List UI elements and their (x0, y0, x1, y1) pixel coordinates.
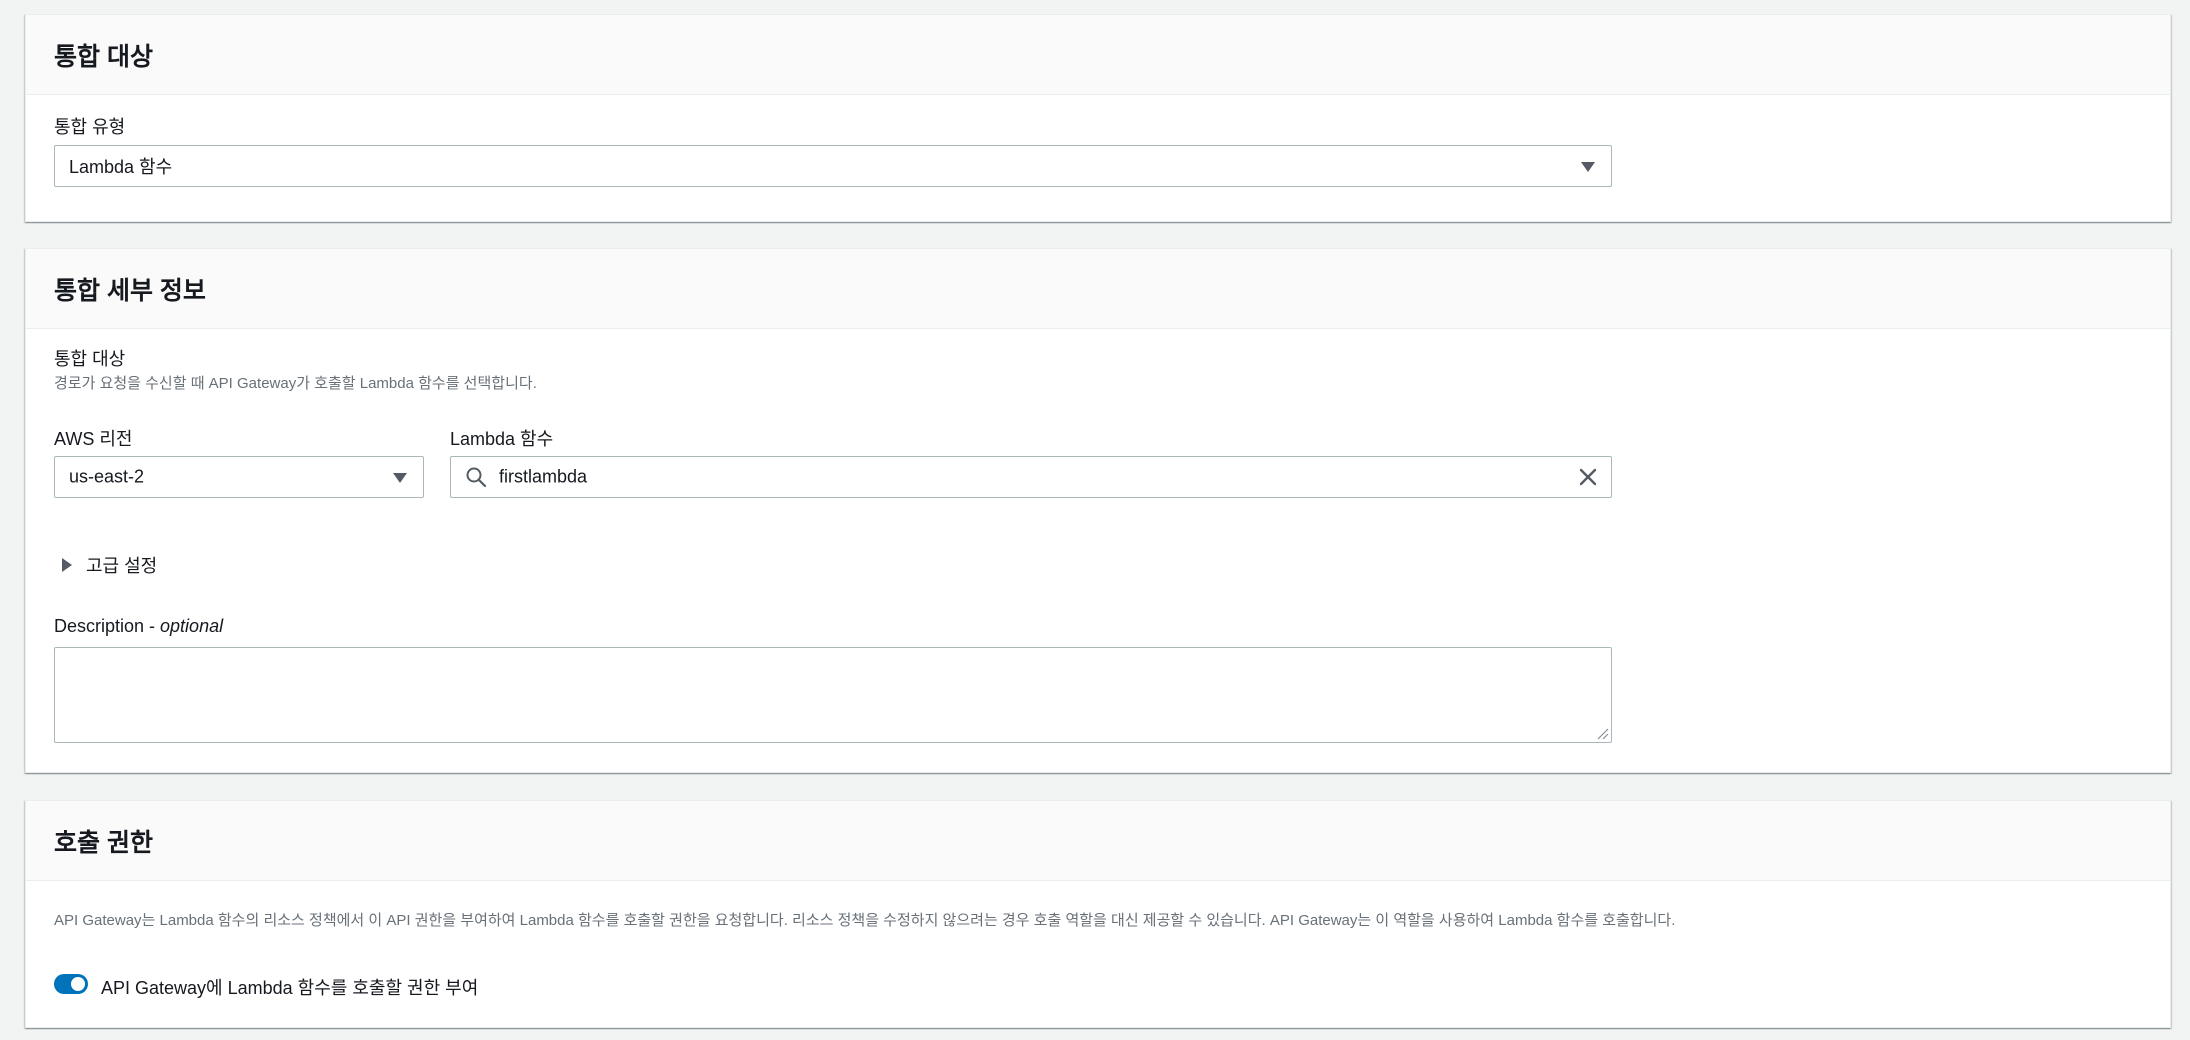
caret-down-icon (393, 473, 407, 483)
description-label: Description - optional (54, 616, 223, 637)
description-label-text: Description - (54, 616, 161, 636)
integration-details-title: 통합 세부 정보 (54, 276, 206, 305)
grant-permission-toggle[interactable] (54, 974, 88, 994)
grant-permission-label: API Gateway에 Lambda 함수를 호출할 권한 부여 (101, 978, 479, 998)
lambda-function-value: firstlambda (499, 466, 588, 487)
integration-type-label: 통합 유형 (54, 117, 126, 137)
caret-right-icon (62, 558, 72, 572)
integration-type-value: Lambda 함수 (69, 157, 173, 177)
invoke-permission-title: 호출 권한 (54, 828, 153, 857)
search-icon (466, 467, 487, 488)
close-icon[interactable] (1577, 466, 1599, 488)
integration-target-description: 경로가 요청을 수신할 때 API Gateway가 호출할 Lambda 함수… (54, 375, 537, 392)
advanced-settings-expander[interactable]: 고급 설정 (62, 552, 157, 578)
invoke-permission-description: API Gateway는 Lambda 함수의 리소스 정책에서 이 API 권… (54, 912, 1676, 929)
integration-details-panel: 통합 세부 정보 통합 대상 경로가 요청을 수신할 때 API Gateway… (25, 248, 2171, 773)
description-optional-text: optional (160, 616, 224, 636)
integration-target-panel: 통합 대상 통합 유형 Lambda 함수 (25, 14, 2171, 222)
integration-details-header: 통합 세부 정보 (26, 249, 2170, 329)
integration-target-label: 통합 대상 (54, 349, 126, 369)
advanced-settings-label: 고급 설정 (86, 556, 158, 576)
integration-target-title: 통합 대상 (54, 42, 153, 71)
aws-region-select[interactable]: us-east-2 (54, 456, 424, 498)
integration-target-header: 통합 대상 (26, 15, 2170, 95)
integration-type-select[interactable]: Lambda 함수 (54, 145, 1612, 187)
lambda-function-label: Lambda 함수 (450, 429, 554, 449)
caret-down-icon (1581, 162, 1595, 172)
aws-region-value: us-east-2 (69, 466, 145, 487)
resize-grip-icon[interactable] (1595, 726, 1609, 740)
invoke-permission-header: 호출 권한 (26, 801, 2170, 881)
toggle-knob (71, 977, 85, 991)
aws-region-label: AWS 리전 (54, 429, 133, 449)
description-textarea[interactable] (54, 647, 1612, 743)
invoke-permission-panel: 호출 권한 API Gateway는 Lambda 함수의 리소스 정책에서 이… (25, 800, 2171, 1028)
page: 통합 대상 통합 유형 Lambda 함수 통합 세부 정보 통합 대상 경로가… (0, 0, 2190, 1040)
lambda-function-search[interactable]: firstlambda (450, 456, 1612, 498)
